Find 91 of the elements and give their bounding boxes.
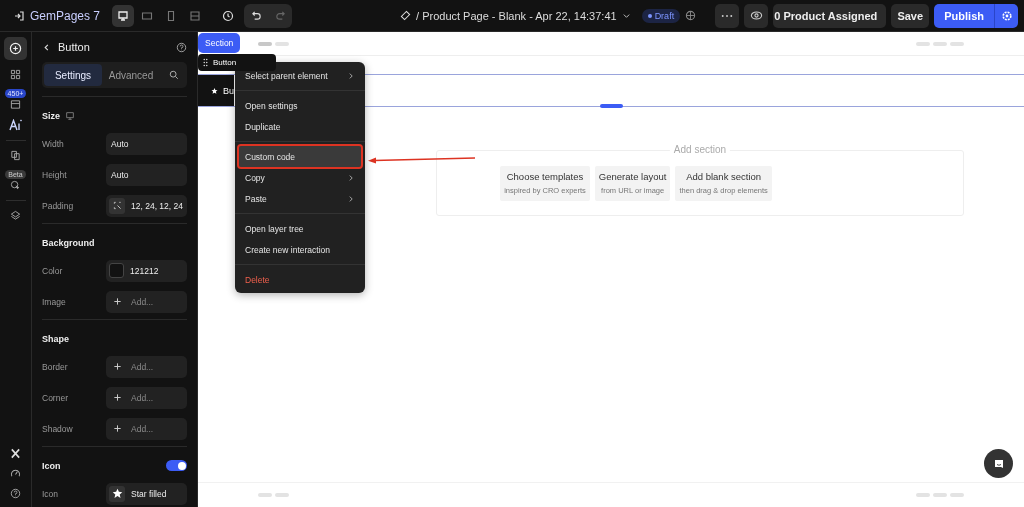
menu-item[interactable]: Create new interaction [239,239,361,260]
chat-icon [992,457,1005,470]
padding-field[interactable]: 12, 24, 12, 24 [106,194,187,217]
back-icon[interactable] [42,42,51,52]
value-field[interactable]: Auto [106,163,187,186]
grid-icon[interactable] [10,69,21,80]
menu-item[interactable]: Paste [239,188,361,209]
redo-icon [274,10,286,21]
star-icon [211,85,218,96]
monitor-icon [117,9,130,22]
device-toggle[interactable] [112,4,135,27]
monitor-icon[interactable] [65,110,75,121]
color-field[interactable]: 121212 [106,259,187,282]
star-icon [111,488,123,499]
plus-icon [114,363,121,370]
search-icon[interactable] [169,70,179,80]
add-field[interactable]: Add... [106,355,187,378]
help-icon[interactable] [176,41,187,53]
product-assigned-dropdown[interactable]: 0 Product Assigned [773,3,887,28]
tag-icon [400,10,412,21]
tablet-icon [141,9,154,22]
frame-icon [189,9,202,22]
menu-item[interactable]: Delete [239,269,361,290]
field-label: Height [42,169,68,180]
history-icon[interactable] [222,9,235,22]
field-label: Color [42,265,64,276]
menu-item[interactable]: Select parent element [239,65,361,86]
plus-icon [114,425,121,432]
panel-tab[interactable]: Settings [44,64,102,86]
pages-icon[interactable] [10,150,21,161]
placeholder-bars [258,41,289,46]
toggle-switch[interactable] [166,460,187,471]
padding-icon [112,201,122,210]
field-label: Width [42,138,65,149]
menu-item[interactable]: Copy [239,167,361,188]
settings-icon [1000,9,1013,22]
ai-icon[interactable] [8,119,23,131]
add-field[interactable]: Add... [106,386,187,409]
chevron-down-icon[interactable] [621,11,631,20]
panel-title: Button [58,41,90,53]
undo-icon [250,10,262,21]
add-field[interactable]: Add... [106,417,187,440]
plus-circle-icon [9,42,22,55]
button-preview[interactable]: Bu [198,75,234,106]
add-field[interactable]: Add... [106,290,187,313]
field-label: Icon [42,488,60,499]
layout-icon[interactable] [10,99,21,110]
section-tag[interactable]: Section [198,33,241,53]
field-label: Image [42,296,67,307]
value-field[interactable]: Auto [106,132,187,155]
field-label: Shadow [42,423,74,434]
menu-item[interactable]: Custom code [239,146,361,167]
section-heading: Background [42,237,95,248]
speed-gauge-icon[interactable] [10,468,21,479]
resize-handle[interactable] [600,104,623,108]
status-badge: Draft [641,8,681,23]
save-button[interactable]: Save [891,3,930,28]
element-tag: Button [213,58,237,67]
eye-icon [749,9,763,22]
field-label: Padding [42,200,75,211]
chevron-right-icon [347,194,355,203]
chat-button[interactable] [984,449,1013,478]
more-icon [721,13,734,18]
preview-button[interactable] [744,3,769,28]
app-brand: GemPages 7 [30,8,101,23]
plus-icon [114,298,121,305]
chevron-right-icon [347,71,355,80]
menu-item[interactable]: Open layer tree [239,218,361,239]
placeholder-bars [916,41,964,46]
x-logo-icon[interactable] [10,448,21,459]
plus-icon [114,394,121,401]
add-section-label: Add section [669,144,731,155]
field-label: Border [42,361,69,372]
field-label: Corner [42,392,69,403]
layers-icon[interactable] [10,210,21,221]
section-heading: Icon [42,460,61,471]
globe-icon[interactable] [685,10,697,21]
add-element-button[interactable] [4,37,27,60]
section-heading: Size [42,110,60,121]
section-heading: Shape [42,333,69,344]
icon-picker[interactable]: Star filled [106,482,187,505]
cursor-icon[interactable] [10,180,21,191]
drag-handle-icon[interactable] [203,58,208,67]
page-title[interactable]: / Product Page - Blank - Apr 22, 14:37:41 [416,9,617,22]
chevron-right-icon [347,173,355,182]
exit-icon[interactable] [13,9,25,22]
help-icon[interactable] [10,488,21,499]
menu-item[interactable]: Duplicate [239,116,361,137]
panel-tab[interactable]: Advanced [102,64,160,86]
menu-item[interactable]: Open settings [239,95,361,116]
button-label: Bu [223,85,234,96]
